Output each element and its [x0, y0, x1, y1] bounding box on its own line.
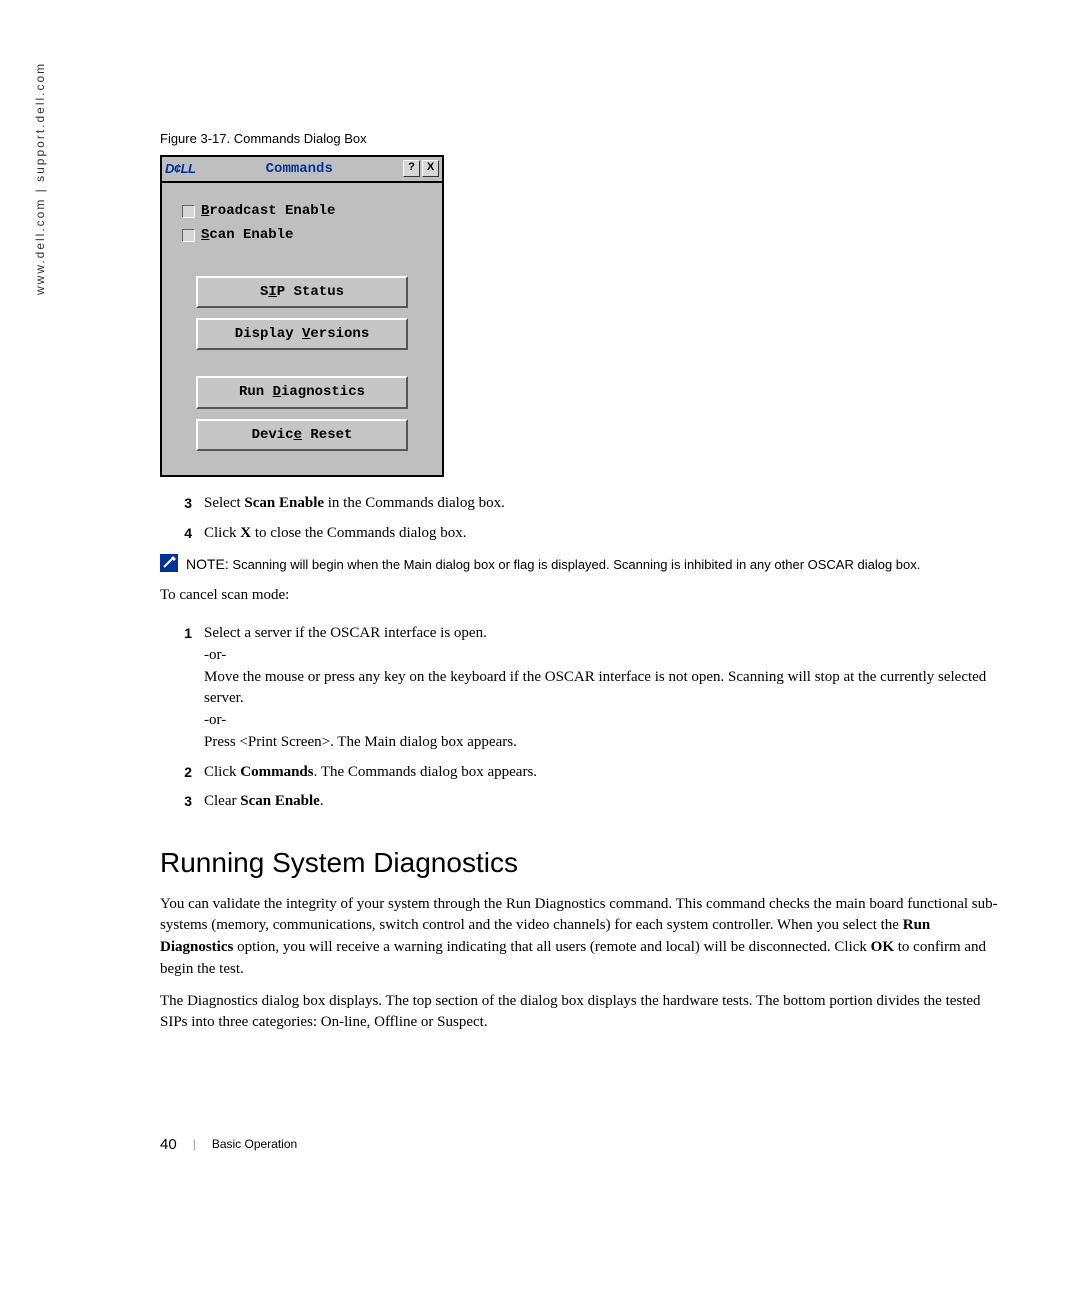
- cancel-step-3: 3 Clear Scan Enable.: [160, 791, 1000, 813]
- step-number: 3: [160, 791, 204, 813]
- display-versions-button[interactable]: Display Versions: [196, 318, 408, 350]
- step-3: 3 Select Scan Enable in the Commands dia…: [160, 493, 1000, 515]
- cancel-step-2: 2 Click Commands. The Commands dialog bo…: [160, 762, 1000, 784]
- sip-status-button[interactable]: SIP Status: [196, 276, 408, 308]
- step-text: Click Commands. The Commands dialog box …: [204, 762, 1000, 784]
- dialog-title: Commands: [196, 159, 404, 179]
- cancel-intro: To cancel scan mode:: [160, 585, 1000, 607]
- footer-separator: |: [193, 1136, 196, 1153]
- close-icon[interactable]: X: [422, 160, 439, 177]
- step-text: Clear Scan Enable.: [204, 791, 1000, 813]
- step-text: Select Scan Enable in the Commands dialo…: [204, 493, 1000, 515]
- scan-enable-checkbox[interactable]: [182, 229, 195, 242]
- cancel-step-1: 1 Select a server if the OSCAR interface…: [160, 623, 1000, 754]
- note-icon: [160, 554, 178, 572]
- note-label: NOTE:: [186, 556, 229, 572]
- dialog-titlebar: D¢LL Commands ? X: [162, 157, 442, 183]
- step-4: 4 Click X to close the Commands dialog b…: [160, 523, 1000, 545]
- step-number: 3: [160, 493, 204, 515]
- step-number: 4: [160, 523, 204, 545]
- run-diagnostics-button[interactable]: Run Diagnostics: [196, 376, 408, 408]
- diagnostics-paragraph-2: The Diagnostics dialog box displays. The…: [160, 991, 1000, 1035]
- diagnostics-paragraph-1: You can validate the integrity of your s…: [160, 894, 1000, 981]
- broadcast-enable-row[interactable]: Broadcast Enable: [182, 201, 422, 221]
- step-text: Click X to close the Commands dialog box…: [204, 523, 1000, 545]
- page-number: 40: [160, 1134, 177, 1156]
- step-number: 1: [160, 623, 204, 754]
- device-reset-button[interactable]: Device Reset: [196, 419, 408, 451]
- dell-logo: D¢LL: [165, 160, 196, 179]
- broadcast-enable-label: Broadcast Enable: [201, 201, 335, 221]
- broadcast-enable-checkbox[interactable]: [182, 205, 195, 218]
- sidebar-url: www.dell.com | support.dell.com: [32, 62, 49, 295]
- commands-dialog: D¢LL Commands ? X Broadcast Enable Scan …: [160, 155, 444, 477]
- note-text: Scanning will begin when the Main dialog…: [229, 557, 921, 572]
- figure-caption: Figure 3-17. Commands Dialog Box: [160, 130, 1000, 149]
- scan-enable-label: Scan Enable: [201, 225, 293, 245]
- help-icon[interactable]: ?: [403, 160, 420, 177]
- scan-enable-row[interactable]: Scan Enable: [182, 225, 422, 245]
- note-block: NOTE: Scanning will begin when the Main …: [160, 554, 1000, 575]
- page-footer: 40 | Basic Operation: [160, 1134, 1000, 1156]
- footer-section: Basic Operation: [212, 1136, 297, 1153]
- step-text: Select a server if the OSCAR interface i…: [204, 623, 1000, 754]
- section-heading: Running System Diagnostics: [160, 843, 1000, 884]
- step-number: 2: [160, 762, 204, 784]
